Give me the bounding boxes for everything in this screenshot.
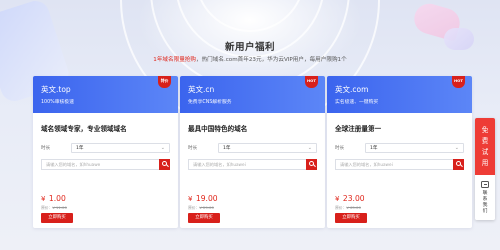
period-value: 1年 [370,145,378,151]
original-price-value: ¥ 11.00 [52,205,67,210]
search-button[interactable] [453,159,464,170]
card-domain-name: 英文.top [41,85,71,94]
card-body: 全球注册量第一 时长 1年 ⌄ 请输入您的域名，如huawei ¥ 23.00 … [327,113,472,223]
domain-search-row: 请输入您的域名，如huawei [335,159,464,170]
search-button[interactable] [306,159,317,170]
card-domain-desc: 100%审核极速 [41,100,74,105]
contact-us-button[interactable]: 联 系 我 们 [475,175,495,220]
domain-search-row: 请输入您的域名，如hhuawe [41,159,170,170]
card-slogan: 全球注册量第一 [335,125,382,133]
search-button[interactable] [159,159,170,170]
period-row: 时长 1年 ⌄ [335,142,464,153]
price-value: 23.00 [342,194,365,203]
floating-sidebar: 免 费 试 用 联 系 我 们 [475,118,495,220]
card-header: 英文.cn 免费享CNS解析服务 HOT [180,76,325,113]
hot-badge: HOT [452,76,465,88]
period-select[interactable]: 1年 ⌄ [71,142,170,153]
chevron-down-icon: ⌄ [307,144,312,151]
original-price-value: ¥ 29.00 [199,205,214,210]
period-value: 1年 [223,145,231,151]
price-value: 19.00 [195,194,218,203]
period-select[interactable]: 1年 ⌄ [365,142,464,153]
promo-badge: 特价 [158,76,171,88]
subtitle-text: ，热门域名.com首年23元，华为云VIP用户，每用户限购1个 [195,57,347,63]
original-price: 原价：¥ 65.00 [335,205,361,210]
domain-search-input[interactable]: 请输入您的域名，如huawei [188,159,306,170]
original-price: 原价：¥ 11.00 [41,205,67,210]
domain-search-row: 请输入您的域名，如huawei [188,159,317,170]
chat-icon [481,181,489,188]
domain-card-com: 英文.com 实名极速、一键购买 HOT 全球注册量第一 时长 1年 ⌄ 请输入… [327,76,472,228]
period-value: 1年 [76,145,84,151]
price: ¥ 19.00 [188,194,218,203]
card-slogan: 域名领域专家，专业领域域名 [41,125,127,133]
price: ¥ 1.00 [41,194,66,203]
original-price: 原价：¥ 29.00 [188,205,214,210]
card-header: 英文.com 实名极速、一键购买 HOT [327,76,472,113]
period-row: 时长 1年 ⌄ [188,142,317,153]
page-subtitle: 1年域名限量抢购，热门域名.com首年23元，华为云VIP用户，每用户限购1个 [0,55,500,63]
price: ¥ 23.00 [335,194,365,203]
card-body: 域名领域专家，专业领域域名 时长 1年 ⌄ 请输入您的域名，如hhuawe ¥ … [33,113,178,223]
subtitle-highlight: 1年域名限量抢购 [153,57,196,63]
period-select[interactable]: 1年 ⌄ [218,142,317,153]
period-label: 时长 [335,145,345,151]
buy-now-button[interactable]: 立即购买 [335,213,367,223]
card-body: 最具中国特色的域名 时长 1年 ⌄ 请输入您的域名，如huawei ¥ 19.0… [180,113,325,223]
card-header: 英文.top 100%审核极速 特价 [33,76,178,113]
period-label: 时长 [41,145,51,151]
domain-card-top: 英文.top 100%审核极速 特价 域名领域专家，专业领域域名 时长 1年 ⌄… [33,76,178,228]
buy-now-button[interactable]: 立即购买 [41,213,73,223]
page-title: 新用户福利 [224,42,275,53]
chevron-down-icon: ⌄ [454,144,459,151]
period-label: 时长 [188,145,198,151]
domain-card-cn: 英文.cn 免费享CNS解析服务 HOT 最具中国特色的域名 时长 1年 ⌄ 请… [180,76,325,228]
original-price-value: ¥ 65.00 [346,205,361,210]
price-value: 1.00 [48,194,66,203]
chevron-down-icon: ⌄ [160,144,165,151]
card-domain-desc: 实名极速、一键购买 [335,100,379,105]
hot-badge: HOT [305,76,318,88]
buy-now-button[interactable]: 立即购买 [188,213,220,223]
card-domain-desc: 免费享CNS解析服务 [188,100,232,105]
free-trial-button[interactable]: 免 费 试 用 [475,118,495,175]
card-slogan: 最具中国特色的域名 [188,125,248,133]
domain-search-input[interactable]: 请输入您的域名，如hhuawe [41,159,159,170]
domain-search-input[interactable]: 请输入您的域名，如huawei [335,159,453,170]
period-row: 时长 1年 ⌄ [41,142,170,153]
card-domain-name: 英文.cn [188,85,215,94]
card-domain-name: 英文.com [335,85,369,94]
